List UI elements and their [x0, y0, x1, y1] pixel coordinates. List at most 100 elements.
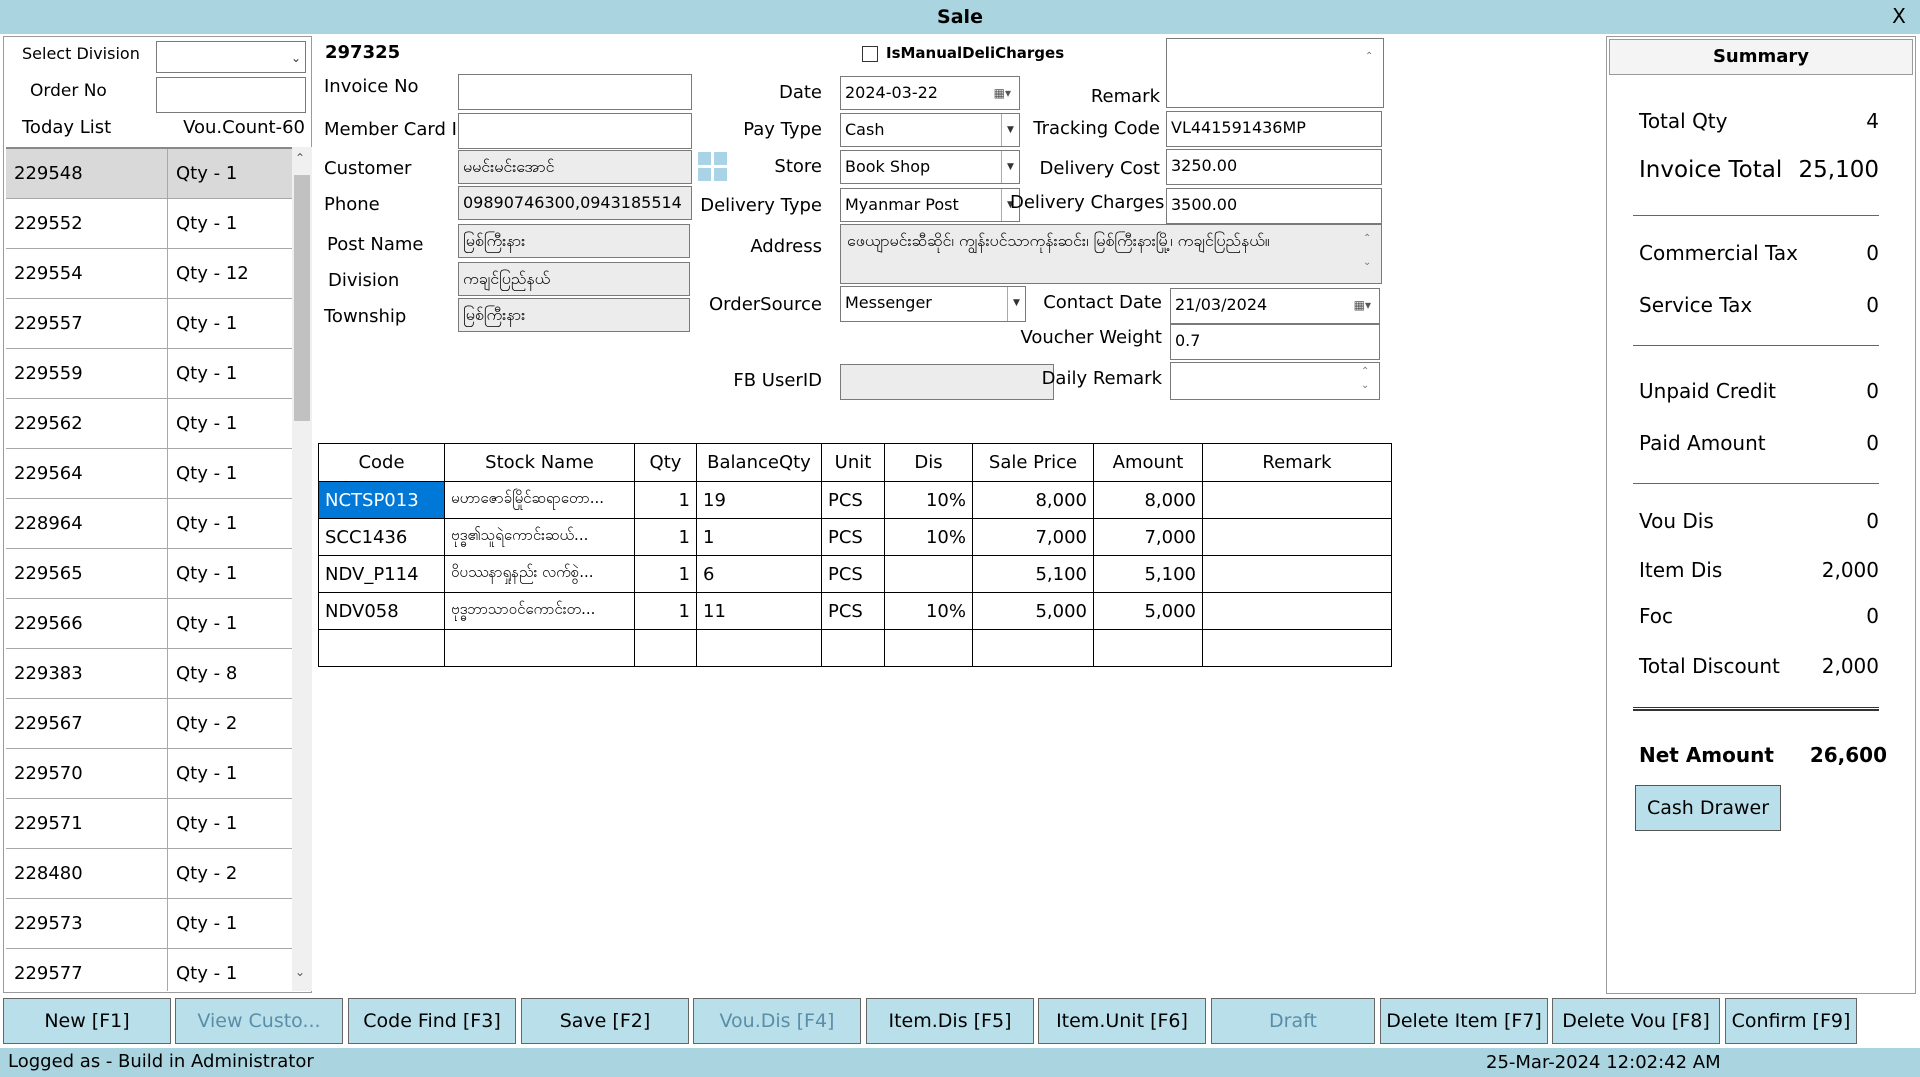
grid-cell-balance-qty[interactable]: 6: [696, 555, 822, 593]
order-no-input[interactable]: [156, 77, 306, 113]
voucher-list-item[interactable]: 229577 Qty - 1: [6, 949, 292, 991]
grid-cell-stock-name[interactable]: ဗုဒ္ဓဘာသာဝင်ကောင်းတ...: [444, 592, 635, 630]
grid-cell-sale-price[interactable]: 8,000: [972, 481, 1094, 519]
grid-cell-dis[interactable]: [884, 629, 973, 667]
grid-cell-dis[interactable]: 10%: [884, 481, 973, 519]
delivery-charges-input[interactable]: 3500.00: [1166, 188, 1382, 224]
scrollbar-thumb[interactable]: [294, 175, 310, 421]
grid-cell-sale-price[interactable]: 7,000: [972, 518, 1094, 556]
voucher-list-item[interactable]: 229564 Qty - 1: [6, 449, 292, 499]
grid-cell-balance-qty[interactable]: 11: [696, 592, 822, 630]
grid-row[interactable]: SCC1436 ဗုဒ္ဓ၏သူရဲကောင်းဆယ်... 1 1 PCS 10% 7,0…: [318, 518, 1392, 556]
grid-cell-sale-price[interactable]: 5,100: [972, 555, 1094, 593]
manual-deli-checkbox[interactable]: [862, 46, 878, 62]
close-button[interactable]: X: [1884, 0, 1914, 34]
item-dis-button[interactable]: Item.Dis [F5]: [866, 998, 1034, 1044]
save-button[interactable]: Save [F2]: [521, 998, 689, 1044]
remark-scrollbar[interactable]: ⌃⌄: [1365, 41, 1381, 105]
list-scrollbar[interactable]: ⌃ ⌄: [292, 147, 312, 991]
grid-new-row[interactable]: [318, 629, 1392, 667]
delete-item-button[interactable]: Delete Item [F7]: [1380, 998, 1548, 1044]
select-division-combo[interactable]: ⌄: [156, 41, 306, 73]
delivery-type-combo[interactable]: Myanmar Post ▼: [840, 188, 1020, 222]
remark-textarea[interactable]: ⌃⌄: [1166, 38, 1384, 108]
grid-cell-qty[interactable]: 1: [634, 592, 697, 630]
voucher-list-item[interactable]: 229570 Qty - 1: [6, 749, 292, 799]
grid-cell-amount[interactable]: 5,000: [1093, 592, 1203, 630]
daily-remark-scrollbar[interactable]: ⌃ ⌄: [1361, 365, 1377, 397]
grid-cell-balance-qty[interactable]: [696, 629, 822, 667]
col-header-remark[interactable]: Remark: [1202, 443, 1392, 482]
grid-cell-dis[interactable]: 10%: [884, 592, 973, 630]
grid-cell-amount[interactable]: 8,000: [1093, 481, 1203, 519]
confirm-button[interactable]: Confirm [F9]: [1725, 998, 1857, 1044]
grid-cell-amount[interactable]: 5,100: [1093, 555, 1203, 593]
grid-cell-remark[interactable]: [1202, 481, 1392, 519]
daily-remark-textarea[interactable]: ⌃ ⌄: [1170, 362, 1380, 400]
voucher-list-item[interactable]: 229554 Qty - 12: [6, 249, 292, 299]
vou-dis-button[interactable]: Vou.Dis [F4]: [693, 998, 861, 1044]
delete-voucher-button[interactable]: Delete Vou [F8]: [1552, 998, 1720, 1044]
grid-cell-balance-qty[interactable]: 1: [696, 518, 822, 556]
col-header-unit[interactable]: Unit: [821, 443, 885, 482]
grid-cell-dis[interactable]: 10%: [884, 518, 973, 556]
address-textarea[interactable]: ဖေယျာမင်းဆီဆိုင်၊ ကျွန်းပင်သာကုန်းဆင်း၊ …: [840, 224, 1382, 284]
chevron-down-icon[interactable]: ▼: [1007, 287, 1025, 321]
voucher-list-item[interactable]: 229571 Qty - 1: [6, 799, 292, 849]
tracking-code-input[interactable]: VL441591436MP: [1166, 111, 1382, 147]
voucher-list-item[interactable]: 229559 Qty - 1: [6, 349, 292, 399]
col-header-dis[interactable]: Dis: [884, 443, 973, 482]
chevron-down-icon[interactable]: ▼: [1001, 151, 1019, 183]
grid-cell-sale-price[interactable]: [972, 629, 1094, 667]
cash-drawer-button[interactable]: Cash Drawer: [1635, 785, 1781, 831]
voucher-list-item[interactable]: 229383 Qty - 8: [6, 649, 292, 699]
voucher-list-item[interactable]: 229548 Qty - 1: [6, 149, 292, 199]
grid-cell-stock-name[interactable]: ဝိပဿနာရှုနည်း လက်စွဲ...: [444, 555, 635, 593]
col-header-amount[interactable]: Amount: [1093, 443, 1203, 482]
calendar-icon[interactable]: ▦▾: [994, 77, 1011, 109]
grid-cell-stock-name[interactable]: မဟာဇောခ်မြိုင်ဆရာတော...: [444, 481, 635, 519]
store-combo[interactable]: Book Shop ▼: [840, 150, 1020, 184]
calendar-icon[interactable]: ▦▾: [1354, 289, 1371, 321]
grid-cell-remark[interactable]: [1202, 555, 1392, 593]
col-header-sale-price[interactable]: Sale Price: [972, 443, 1094, 482]
grid-cell-stock-name[interactable]: ဗုဒ္ဓ၏သူရဲကောင်းဆယ်...: [444, 518, 635, 556]
grid-cell-code[interactable]: NCTSP013: [318, 481, 445, 519]
voucher-list-item[interactable]: 229566 Qty - 1: [6, 599, 292, 649]
grid-cell-code[interactable]: SCC1436: [318, 518, 445, 556]
voucher-list-item[interactable]: 228480 Qty - 2: [6, 849, 292, 899]
voucher-weight-input[interactable]: 0.7: [1170, 324, 1380, 360]
col-header-qty[interactable]: Qty: [634, 443, 697, 482]
grid-cell-unit[interactable]: PCS: [821, 481, 885, 519]
grid-cell-remark[interactable]: [1202, 629, 1392, 667]
grid-cell-amount[interactable]: 7,000: [1093, 518, 1203, 556]
grid-row[interactable]: NDV_P114 ဝိပဿနာရှုနည်း လက်စွဲ... 1 6 PCS 5,10…: [318, 555, 1392, 593]
grid-cell-qty[interactable]: 1: [634, 481, 697, 519]
grid-cell-unit[interactable]: [821, 629, 885, 667]
grid-cell-unit[interactable]: PCS: [821, 555, 885, 593]
grid-row[interactable]: NDV058 ဗုဒ္ဓဘာသာဝင်ကောင်းတ... 1 11 PCS 10% 5,0…: [318, 592, 1392, 630]
item-unit-button[interactable]: Item.Unit [F6]: [1038, 998, 1206, 1044]
grid-cell-amount[interactable]: [1093, 629, 1203, 667]
grid-cell-unit[interactable]: PCS: [821, 592, 885, 630]
voucher-list-item[interactable]: 229557 Qty - 1: [6, 299, 292, 349]
voucher-list-item[interactable]: 229573 Qty - 1: [6, 899, 292, 949]
grid-cell-remark[interactable]: [1202, 518, 1392, 556]
grid-cell-stock-name[interactable]: [444, 629, 635, 667]
chevron-down-icon[interactable]: ▼: [1001, 114, 1019, 146]
grid-cell-sale-price[interactable]: 5,000: [972, 592, 1094, 630]
member-card-input[interactable]: [458, 113, 692, 149]
voucher-list-item[interactable]: 229565 Qty - 1: [6, 549, 292, 599]
view-customer-button[interactable]: View Custo...: [175, 998, 343, 1044]
draft-button[interactable]: Draft: [1211, 998, 1375, 1044]
grid-cell-remark[interactable]: [1202, 592, 1392, 630]
code-find-button[interactable]: Code Find [F3]: [348, 998, 516, 1044]
col-header-stock-name[interactable]: Stock Name: [444, 443, 635, 482]
order-source-combo[interactable]: Messenger ▼: [840, 286, 1026, 322]
scroll-down-icon[interactable]: ⌄: [295, 965, 305, 979]
grid-cell-code[interactable]: NDV_P114: [318, 555, 445, 593]
invoice-no-input[interactable]: [458, 74, 692, 110]
grid-cell-code[interactable]: [318, 629, 445, 667]
date-picker[interactable]: 2024-03-22 ▦▾: [840, 76, 1020, 110]
pay-type-combo[interactable]: Cash ▼: [840, 113, 1020, 147]
